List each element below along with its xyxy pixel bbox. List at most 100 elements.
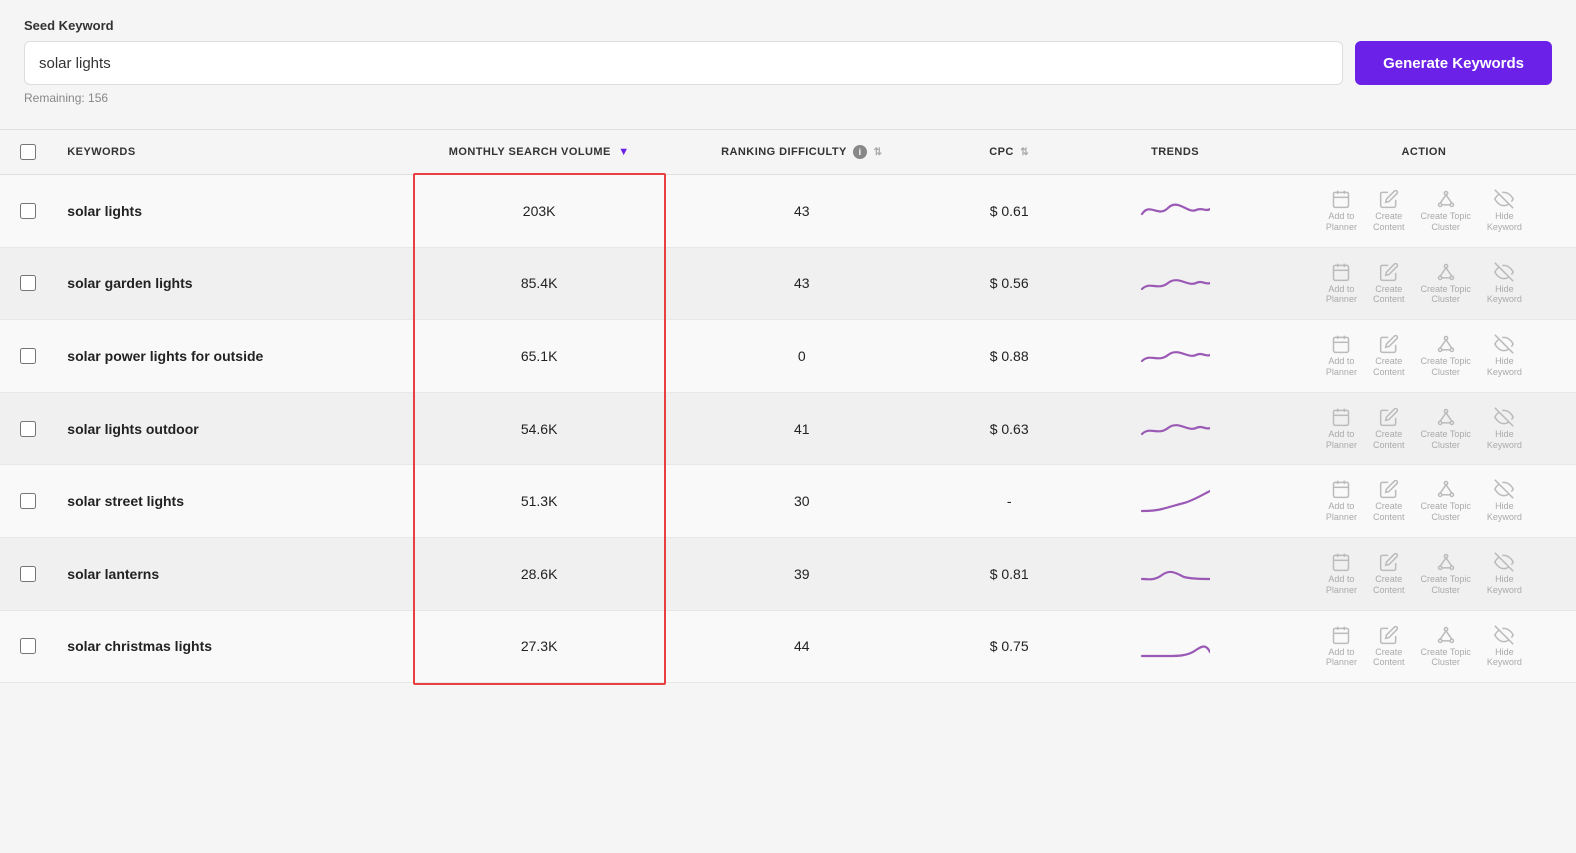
keyword-cell: solar lights outdoor xyxy=(55,392,414,465)
trend-sparkline xyxy=(1140,485,1210,515)
create-topic-cluster-label: Create TopicCluster xyxy=(1420,284,1470,306)
row-checkbox[interactable] xyxy=(20,421,36,437)
edit-icon xyxy=(1379,479,1399,499)
add-to-planner-label: Add toPlanner xyxy=(1326,429,1357,451)
create-content-button[interactable]: CreateContent xyxy=(1373,625,1405,669)
action-group: Add toPlanner CreateContent Create Topic… xyxy=(1284,479,1564,523)
rd-cell: 43 xyxy=(664,247,940,320)
create-content-button[interactable]: CreateContent xyxy=(1373,189,1405,233)
col-header-rd[interactable]: RANKING DIFFICULTY i ⇅ xyxy=(664,130,940,175)
trend-cell xyxy=(1078,247,1272,320)
action-group: Add toPlanner CreateContent Create Topic… xyxy=(1284,334,1564,378)
create-content-label: CreateContent xyxy=(1373,356,1405,378)
create-topic-cluster-button[interactable]: Create TopicCluster xyxy=(1420,552,1470,596)
rd-cell: 41 xyxy=(664,392,940,465)
msv-cell: 65.1K xyxy=(415,320,664,393)
select-all-checkbox[interactable] xyxy=(20,144,36,160)
remaining-count: Remaining: 156 xyxy=(24,91,1552,105)
cpc-cell: $ 0.75 xyxy=(940,610,1078,683)
hide-keyword-button[interactable]: HideKeyword xyxy=(1487,189,1522,233)
add-to-planner-button[interactable]: Add toPlanner xyxy=(1326,189,1357,233)
trend-sparkline xyxy=(1140,412,1210,442)
edit-icon xyxy=(1379,407,1399,427)
row-checkbox[interactable] xyxy=(20,348,36,364)
add-to-planner-button[interactable]: Add toPlanner xyxy=(1326,334,1357,378)
create-topic-cluster-label: Create TopicCluster xyxy=(1420,211,1470,233)
action-group: Add toPlanner CreateContent Create Topic… xyxy=(1284,407,1564,451)
calendar-icon xyxy=(1331,479,1351,499)
trend-cell xyxy=(1078,537,1272,610)
calendar-icon xyxy=(1331,334,1351,354)
row-checkbox[interactable] xyxy=(20,638,36,654)
create-content-button[interactable]: CreateContent xyxy=(1373,407,1405,451)
row-checkbox[interactable] xyxy=(20,493,36,509)
create-topic-cluster-button[interactable]: Create TopicCluster xyxy=(1420,479,1470,523)
add-to-planner-button[interactable]: Add toPlanner xyxy=(1326,407,1357,451)
cluster-icon xyxy=(1436,552,1456,572)
table-row: solar christmas lights27.3K44$ 0.75 Add … xyxy=(0,610,1576,683)
trend-sparkline xyxy=(1140,630,1210,660)
hide-icon xyxy=(1494,479,1514,499)
col-header-cpc[interactable]: CPC ⇅ xyxy=(940,130,1078,175)
row-checkbox[interactable] xyxy=(20,203,36,219)
add-to-planner-button[interactable]: Add toPlanner xyxy=(1326,262,1357,306)
action-cell: Add toPlanner CreateContent Create Topic… xyxy=(1272,247,1576,320)
create-content-label: CreateContent xyxy=(1373,284,1405,306)
keywords-table: KEYWORDS MONTHLY SEARCH VOLUME ▼ RANKING… xyxy=(0,130,1576,683)
action-cell: Add toPlanner CreateContent Create Topic… xyxy=(1272,175,1576,248)
add-to-planner-label: Add toPlanner xyxy=(1326,501,1357,523)
hide-icon xyxy=(1494,625,1514,645)
add-to-planner-button[interactable]: Add toPlanner xyxy=(1326,479,1357,523)
search-row: Generate Keywords xyxy=(24,41,1552,85)
generate-keywords-button[interactable]: Generate Keywords xyxy=(1355,41,1552,85)
row-checkbox[interactable] xyxy=(20,566,36,582)
add-to-planner-label: Add toPlanner xyxy=(1326,356,1357,378)
edit-icon xyxy=(1379,334,1399,354)
create-content-button[interactable]: CreateContent xyxy=(1373,479,1405,523)
create-topic-cluster-button[interactable]: Create TopicCluster xyxy=(1420,625,1470,669)
hide-keyword-label: HideKeyword xyxy=(1487,647,1522,669)
seed-input[interactable] xyxy=(24,41,1343,85)
hide-keyword-button[interactable]: HideKeyword xyxy=(1487,334,1522,378)
create-topic-cluster-button[interactable]: Create TopicCluster xyxy=(1420,407,1470,451)
table-row: solar lights203K43$ 0.61 Add toPlanner C… xyxy=(0,175,1576,248)
rd-info-icon: i xyxy=(853,145,867,159)
msv-cell: 27.3K xyxy=(415,610,664,683)
create-content-label: CreateContent xyxy=(1373,211,1405,233)
hide-keyword-button[interactable]: HideKeyword xyxy=(1487,552,1522,596)
create-topic-cluster-label: Create TopicCluster xyxy=(1420,429,1470,451)
hide-keyword-label: HideKeyword xyxy=(1487,574,1522,596)
hide-keyword-button[interactable]: HideKeyword xyxy=(1487,625,1522,669)
create-content-button[interactable]: CreateContent xyxy=(1373,262,1405,306)
add-to-planner-button[interactable]: Add toPlanner xyxy=(1326,552,1357,596)
hide-keyword-label: HideKeyword xyxy=(1487,356,1522,378)
msv-cell: 203K xyxy=(415,175,664,248)
action-group: Add toPlanner CreateContent Create Topic… xyxy=(1284,625,1564,669)
create-content-label: CreateContent xyxy=(1373,574,1405,596)
rd-cell: 39 xyxy=(664,537,940,610)
create-topic-cluster-button[interactable]: Create TopicCluster xyxy=(1420,262,1470,306)
create-content-button[interactable]: CreateContent xyxy=(1373,552,1405,596)
action-cell: Add toPlanner CreateContent Create Topic… xyxy=(1272,537,1576,610)
hide-keyword-button[interactable]: HideKeyword xyxy=(1487,407,1522,451)
create-topic-cluster-button[interactable]: Create TopicCluster xyxy=(1420,334,1470,378)
col-header-msv[interactable]: MONTHLY SEARCH VOLUME ▼ xyxy=(415,130,664,175)
rd-sort-icon: ⇅ xyxy=(874,147,883,158)
col-header-checkbox xyxy=(0,130,55,175)
hide-icon xyxy=(1494,262,1514,282)
add-to-planner-label: Add toPlanner xyxy=(1326,284,1357,306)
hide-keyword-button[interactable]: HideKeyword xyxy=(1487,262,1522,306)
cpc-sort-icon: ⇅ xyxy=(1020,147,1029,158)
add-to-planner-button[interactable]: Add toPlanner xyxy=(1326,625,1357,669)
create-content-button[interactable]: CreateContent xyxy=(1373,334,1405,378)
cluster-icon xyxy=(1436,625,1456,645)
hide-keyword-button[interactable]: HideKeyword xyxy=(1487,479,1522,523)
calendar-icon xyxy=(1331,625,1351,645)
create-topic-cluster-button[interactable]: Create TopicCluster xyxy=(1420,189,1470,233)
trend-cell xyxy=(1078,610,1272,683)
cluster-icon xyxy=(1436,407,1456,427)
keywords-table-body: solar lights203K43$ 0.61 Add toPlanner C… xyxy=(0,175,1576,683)
hide-keyword-label: HideKeyword xyxy=(1487,211,1522,233)
trend-sparkline xyxy=(1140,267,1210,297)
row-checkbox[interactable] xyxy=(20,275,36,291)
